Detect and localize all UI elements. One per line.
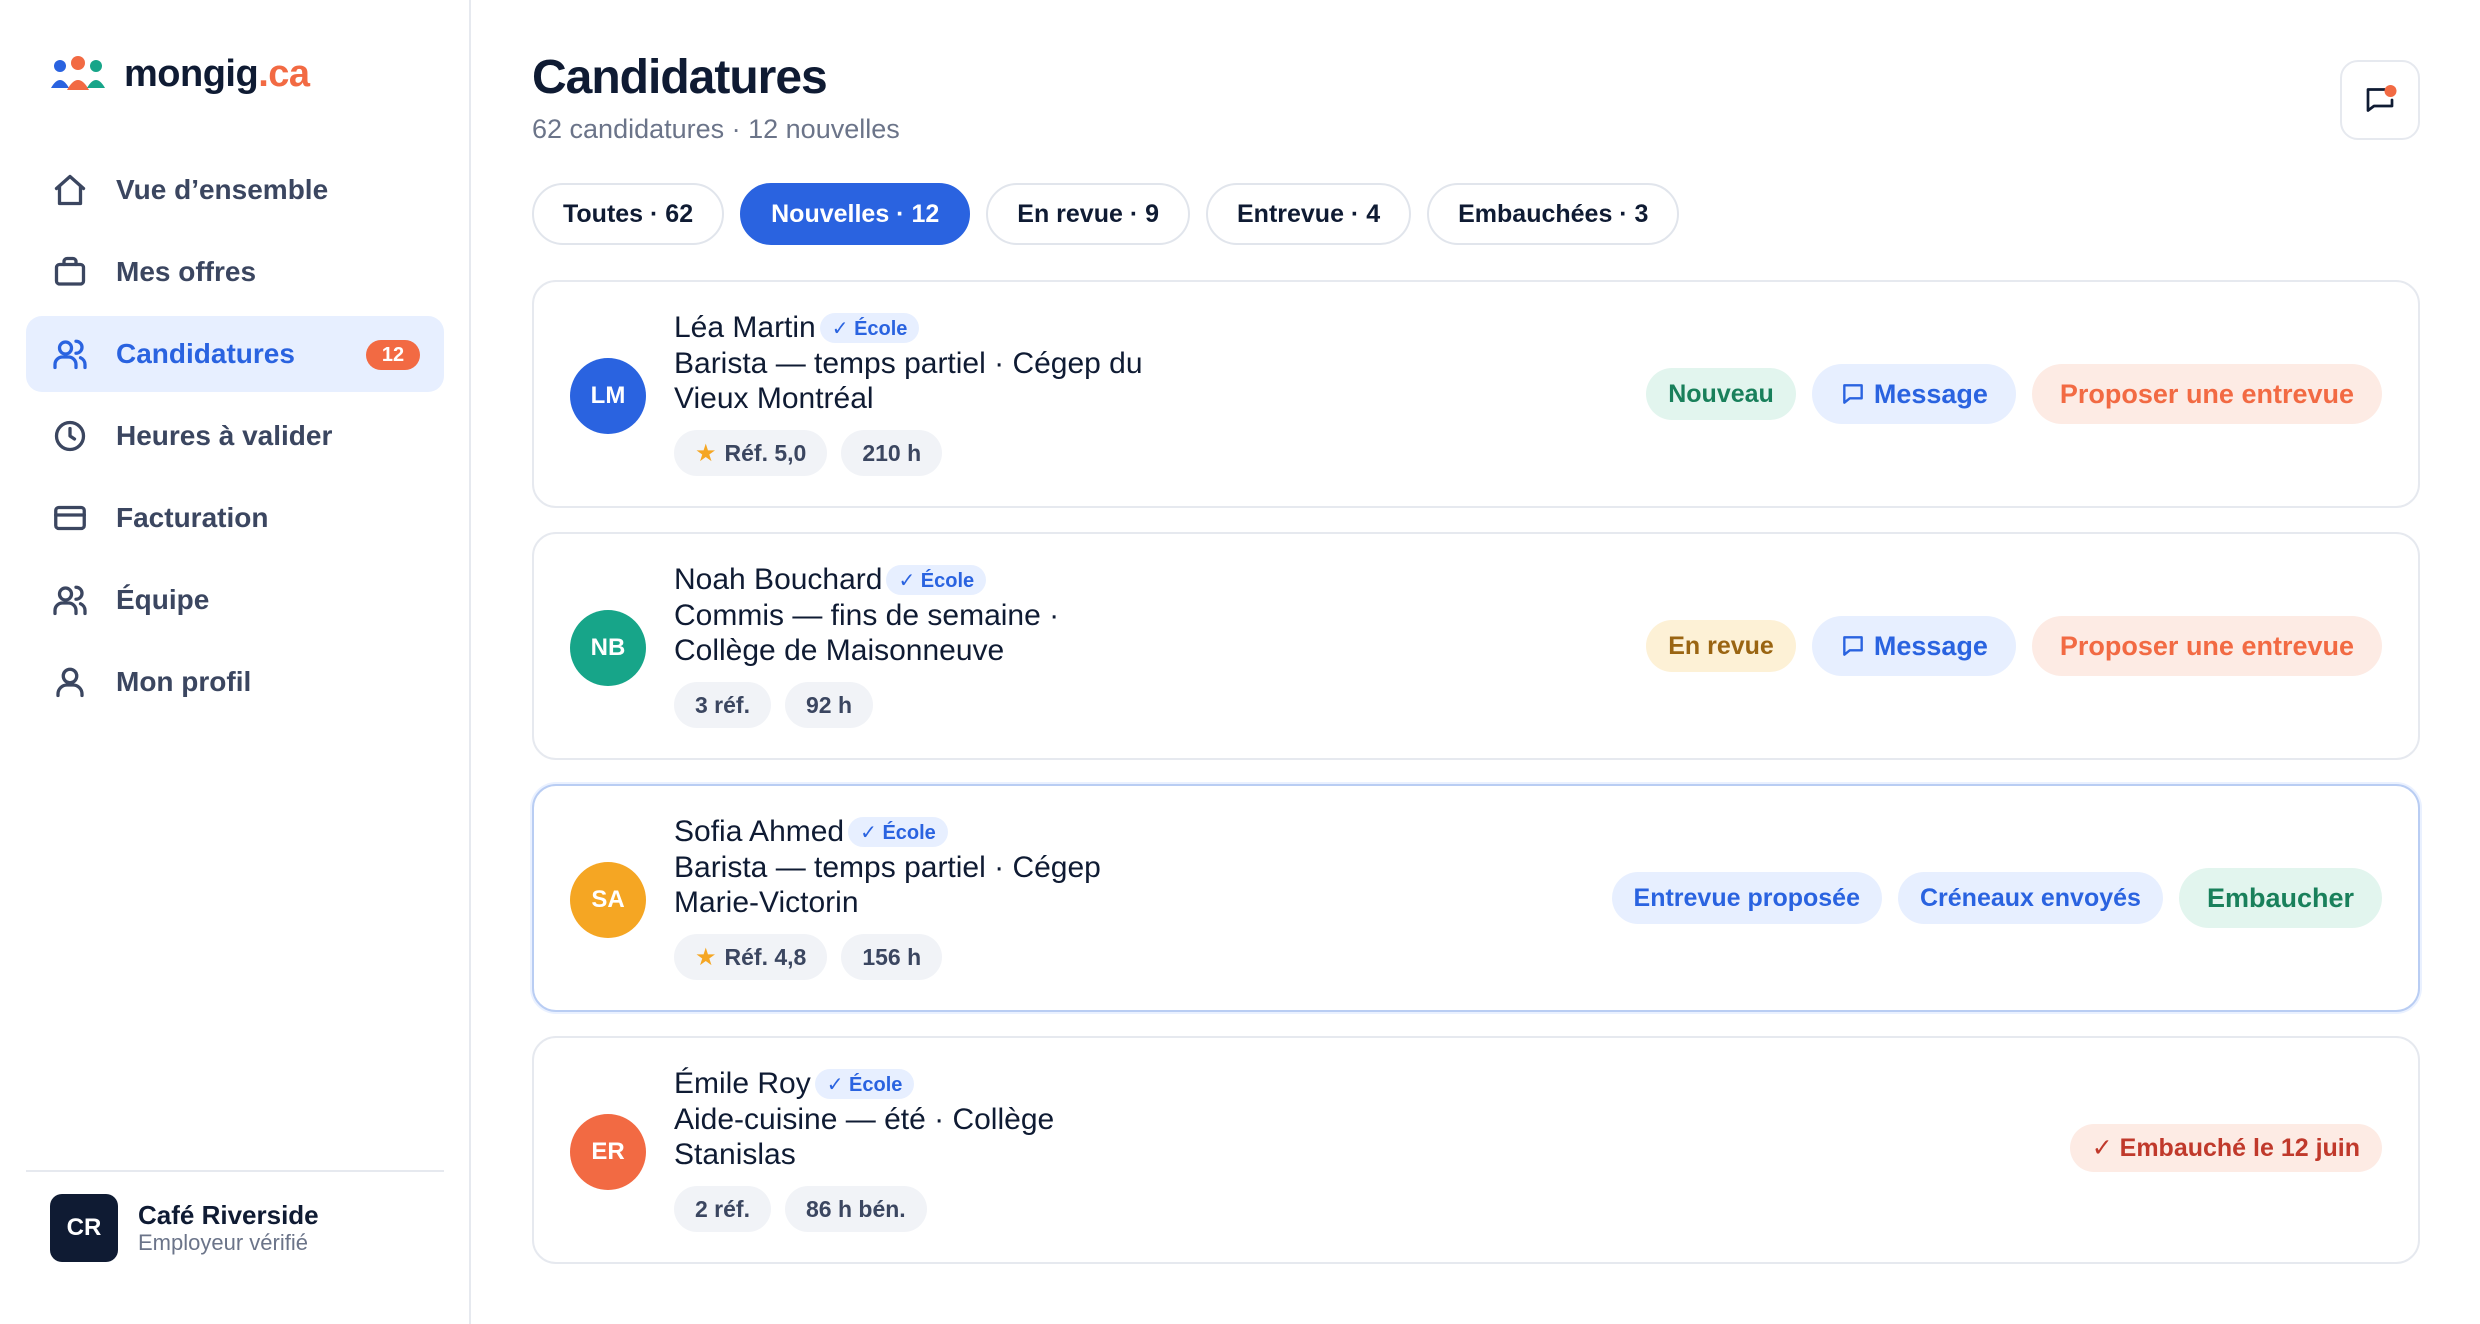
briefcase-icon xyxy=(50,252,90,292)
hours-tag: 156 h xyxy=(841,934,943,980)
brand-logo[interactable]: mongig.ca xyxy=(50,48,310,100)
candidate-name[interactable]: Léa Martin xyxy=(674,311,816,345)
sidebar-item-label: Candidatures xyxy=(116,338,295,369)
hire-button[interactable]: Embaucher xyxy=(2178,868,2382,928)
people-logo-icon xyxy=(51,56,105,90)
sidebar-item-label: Mes offres xyxy=(116,256,257,287)
application-card[interactable]: LM Léa Martin ✓ École Barista — temps pa… xyxy=(532,280,2420,508)
rating-tag: ★ Réf. 5,0 xyxy=(674,430,828,476)
filter-hired[interactable]: Embauchées · 3 xyxy=(1427,183,1680,245)
main-content: Candidatures 62 candidatures · 12 nouvel… xyxy=(472,0,2480,1324)
sidebar-item-offers[interactable]: Mes offres xyxy=(26,234,444,310)
sidebar-item-label: Équipe xyxy=(116,584,210,615)
candidate-name[interactable]: Émile Roy xyxy=(674,1067,811,1101)
candidate-role: Barista — temps partiel · Cégep Marie-Vic… xyxy=(674,851,1101,919)
employer-account[interactable]: CR Café Riverside Employeur vérifié xyxy=(50,1194,319,1262)
clock-icon xyxy=(50,416,90,456)
star-icon: ★ xyxy=(695,943,717,971)
sidebar: mongig.ca Vue d’ensemble Mes offres Cand… xyxy=(0,0,471,1324)
candidate-name[interactable]: Noah Bouchard xyxy=(674,563,882,597)
page-subtitle: 62 candidatures · 12 nouvelles xyxy=(532,114,900,144)
school-verified-badge: ✓ École xyxy=(848,817,948,847)
star-icon: ★ xyxy=(695,439,717,467)
application-card[interactable]: ER Émile Roy ✓ École Aide-cuisine — été … xyxy=(532,1036,2420,1264)
propose-interview-button[interactable]: Proposer une entrevue xyxy=(2031,364,2382,424)
status-badge: Nouveau xyxy=(1646,368,1796,420)
candidate-role: Barista — temps partiel · Cégep du Vieux … xyxy=(674,347,1143,415)
candidate-avatar: LM xyxy=(570,358,646,434)
sidebar-divider xyxy=(26,1170,444,1172)
brand-name: mongig.ca xyxy=(124,52,310,95)
sidebar-item-label: Mon profil xyxy=(116,666,252,697)
sidebar-item-overview[interactable]: Vue d’ensemble xyxy=(26,152,444,228)
applications-count-badge: 12 xyxy=(366,340,420,370)
status-filter-tabs: Toutes · 62 Nouvelles · 12 En revue · 9 … xyxy=(532,183,1695,245)
message-button[interactable]: Message xyxy=(1811,364,2016,424)
filter-new[interactable]: Nouvelles · 12 xyxy=(740,183,971,245)
sidebar-item-applications[interactable]: Candidatures 12 xyxy=(26,316,444,392)
filter-review[interactable]: En revue · 9 xyxy=(986,183,1190,245)
message-icon xyxy=(1842,636,1863,656)
interview-proposed-badge: Entrevue proposée xyxy=(1611,872,1882,924)
hours-tag: 86 h bén. xyxy=(784,1186,927,1232)
school-verified-badge: ✓ École xyxy=(886,565,987,595)
school-verified-badge: ✓ École xyxy=(814,1069,915,1099)
school-verified-badge: ✓ École xyxy=(819,313,920,343)
notifications-button[interactable] xyxy=(2340,60,2420,140)
message-button[interactable]: Message xyxy=(1811,616,2016,676)
applications-list: LM Léa Martin ✓ École Barista — temps pa… xyxy=(532,280,2420,1288)
page-title: Candidatures xyxy=(532,51,828,104)
sidebar-item-team[interactable]: Équipe xyxy=(26,562,444,638)
candidate-name[interactable]: Sofia Ahmed xyxy=(674,815,844,849)
app-window: mongig.ca Vue d’ensemble Mes offres Cand… xyxy=(0,0,2480,1324)
application-card[interactable]: NB Noah Bouchard ✓ École Commis — fins d… xyxy=(532,532,2420,760)
hours-tag: 210 h xyxy=(841,430,943,476)
propose-interview-button[interactable]: Proposer une entrevue xyxy=(2031,616,2382,676)
filter-interview[interactable]: Entrevue · 4 xyxy=(1206,183,1412,245)
references-tag: 2 réf. xyxy=(674,1186,771,1232)
user-icon xyxy=(50,662,90,702)
references-tag: 3 réf. xyxy=(674,682,771,728)
hours-tag: 92 h xyxy=(784,682,874,728)
sidebar-item-billing[interactable]: Facturation xyxy=(26,480,444,556)
credit-card-icon xyxy=(50,498,90,538)
rating-tag: ★ Réf. 4,8 xyxy=(674,934,828,980)
users-icon xyxy=(50,334,90,374)
avatar: CR xyxy=(50,1194,118,1262)
sidebar-item-label: Facturation xyxy=(116,502,269,533)
status-badge: En revue xyxy=(1646,620,1796,672)
sidebar-nav: Vue d’ensemble Mes offres Candidatures 1… xyxy=(26,152,444,726)
sidebar-item-hours[interactable]: Heures à valider xyxy=(26,398,444,474)
employer-status: Employeur vérifié xyxy=(138,1230,308,1255)
candidate-role: Commis — fins de semaine · Collège de Mai… xyxy=(674,599,1060,667)
message-icon xyxy=(1842,384,1863,404)
candidate-avatar: SA xyxy=(570,862,646,938)
candidate-avatar: ER xyxy=(570,1114,646,1190)
filter-all[interactable]: Toutes · 62 xyxy=(532,183,725,245)
hired-status-badge: ✓ Embauché le 12 juin xyxy=(2069,1124,2382,1172)
home-icon xyxy=(50,170,90,210)
employer-name: Café Riverside xyxy=(138,1200,319,1230)
sidebar-item-label: Vue d’ensemble xyxy=(116,174,329,205)
team-icon xyxy=(50,580,90,620)
candidate-avatar: NB xyxy=(570,610,646,686)
slots-sent-badge: Créneaux envoyés xyxy=(1897,872,2163,924)
sidebar-item-label: Heures à valider xyxy=(116,420,333,451)
sidebar-item-profile[interactable]: Mon profil xyxy=(26,644,444,720)
chat-notification-icon xyxy=(2366,85,2397,112)
candidate-role: Aide-cuisine — été · Collège Stanislas xyxy=(674,1103,1055,1171)
application-card[interactable]: SA Sofia Ahmed ✓ École Barista — temps p… xyxy=(532,784,2420,1012)
